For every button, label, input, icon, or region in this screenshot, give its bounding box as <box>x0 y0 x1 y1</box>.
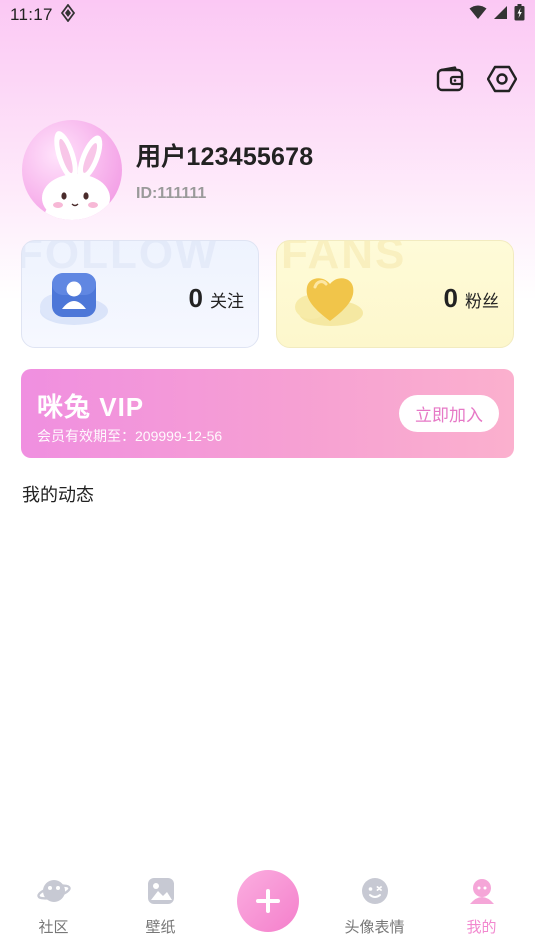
vip-title: 咪兔 VIP <box>37 392 145 422</box>
status-bar: 11:17 <box>0 0 535 30</box>
plus-icon <box>255 889 280 913</box>
vip-expiry: 会员有效期至：209999-12-56 <box>37 428 223 444</box>
profile-icon <box>465 876 499 906</box>
bunny-avatar-icon <box>42 131 110 220</box>
follow-card[interactable]: FOLLOW 0 关注 <box>21 240 259 348</box>
settings-icon[interactable] <box>487 64 517 94</box>
app-notification-icon <box>60 2 75 27</box>
heart-icon <box>293 267 367 334</box>
nav-label-mine: 我的 <box>466 919 497 936</box>
wallet-icon[interactable] <box>435 64 465 94</box>
my-posts-title: 我的动态 <box>22 485 94 505</box>
smiley-icon <box>358 876 392 906</box>
wifi-icon <box>469 5 487 25</box>
user-card-icon <box>38 267 112 332</box>
vip-banner[interactable]: 咪兔 VIP 会员有效期至：209999-12-56 立即加入 <box>21 369 514 458</box>
nav-wallpaper[interactable]: 壁纸 <box>107 862 214 937</box>
nav-label-wallpaper: 壁纸 <box>145 919 176 936</box>
profile-section: 用户123455678 ID:111111 <box>22 120 313 220</box>
status-time: 11:17 <box>10 5 53 24</box>
bottom-nav: 社区 壁纸 头像表情 我的 <box>0 862 535 951</box>
add-button[interactable] <box>236 870 299 932</box>
fans-card[interactable]: FANS 0 粉丝 <box>276 240 514 348</box>
vip-join-button[interactable]: 立即加入 <box>399 395 499 432</box>
image-icon <box>144 876 178 906</box>
nav-community[interactable]: 社区 <box>0 862 107 937</box>
nav-add[interactable] <box>214 862 321 932</box>
fans-count: 0 <box>443 283 458 313</box>
username: 用户123455678 <box>136 143 314 171</box>
follow-label: 关注 <box>210 292 244 311</box>
nav-label-community: 社区 <box>38 919 69 936</box>
avatar[interactable] <box>22 120 122 220</box>
nav-label-avatar-emoji: 头像表情 <box>344 919 405 936</box>
nav-mine[interactable]: 我的 <box>428 862 535 937</box>
planet-icon <box>36 876 71 906</box>
nav-avatar-emoji[interactable]: 头像表情 <box>321 862 428 937</box>
signal-icon <box>493 5 508 25</box>
battery-icon <box>514 4 525 26</box>
user-id: ID:111111 <box>136 185 207 202</box>
fans-label: 粉丝 <box>465 292 499 311</box>
follow-count: 0 <box>188 283 203 313</box>
header-actions <box>435 64 517 94</box>
